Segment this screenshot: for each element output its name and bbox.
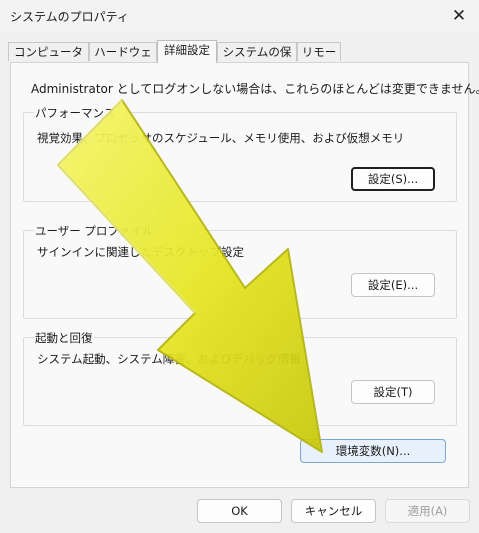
performance-title: パフォーマンス xyxy=(34,105,117,121)
tab-hardware[interactable]: ハードウェア xyxy=(89,42,157,78)
environment-variables-button[interactable]: 環境変数(N)... xyxy=(300,439,446,463)
advanced-tab-panel: Administrator としてログオンしない場合は、これらのほとんどは変更で… xyxy=(10,62,479,488)
window-title: システムのプロパティ xyxy=(10,10,129,24)
admin-note: Administrator としてログオンしない場合は、これらのほとんどは変更で… xyxy=(31,82,479,96)
user-profiles-title: ユーザー プロファイル xyxy=(34,223,155,239)
close-icon[interactable]: ✕ xyxy=(449,6,469,26)
tab-remote[interactable]: リモート xyxy=(297,42,341,78)
tab-advanced[interactable]: 詳細設定 xyxy=(157,40,217,63)
cancel-button[interactable]: キャンセル xyxy=(291,499,376,523)
startup-recovery-settings-button[interactable]: 設定(T) xyxy=(351,380,435,404)
apply-button[interactable]: 適用(A) xyxy=(385,499,470,523)
title-bar: システムのプロパティ ✕ xyxy=(0,0,479,32)
tab-computer-name[interactable]: コンピューター名 xyxy=(8,42,89,78)
startup-recovery-description: システム起動、システム障害、およびデバッグ情報 xyxy=(37,352,301,366)
user-profiles-description: サインインに関連したデスクトップ設定 xyxy=(37,245,244,259)
startup-recovery-title: 起動と回復 xyxy=(34,330,94,346)
tab-system-protection[interactable]: システムの保護 xyxy=(217,42,297,78)
user-profiles-settings-button[interactable]: 設定(E)... xyxy=(351,273,435,297)
user-profiles-group: ユーザー プロファイル サインインに関連したデスクトップ設定 設定(E)... xyxy=(23,223,457,319)
performance-settings-button[interactable]: 設定(S)... xyxy=(351,167,435,191)
performance-group: パフォーマンス 視覚効果、プロセッサのスケジュール、メモリ使用、および仮想メモリ… xyxy=(23,105,457,202)
ok-button[interactable]: OK xyxy=(197,499,282,523)
performance-description: 視覚効果、プロセッサのスケジュール、メモリ使用、および仮想メモリ xyxy=(37,131,405,145)
startup-recovery-group: 起動と回復 システム起動、システム障害、およびデバッグ情報 設定(T) xyxy=(23,330,457,426)
